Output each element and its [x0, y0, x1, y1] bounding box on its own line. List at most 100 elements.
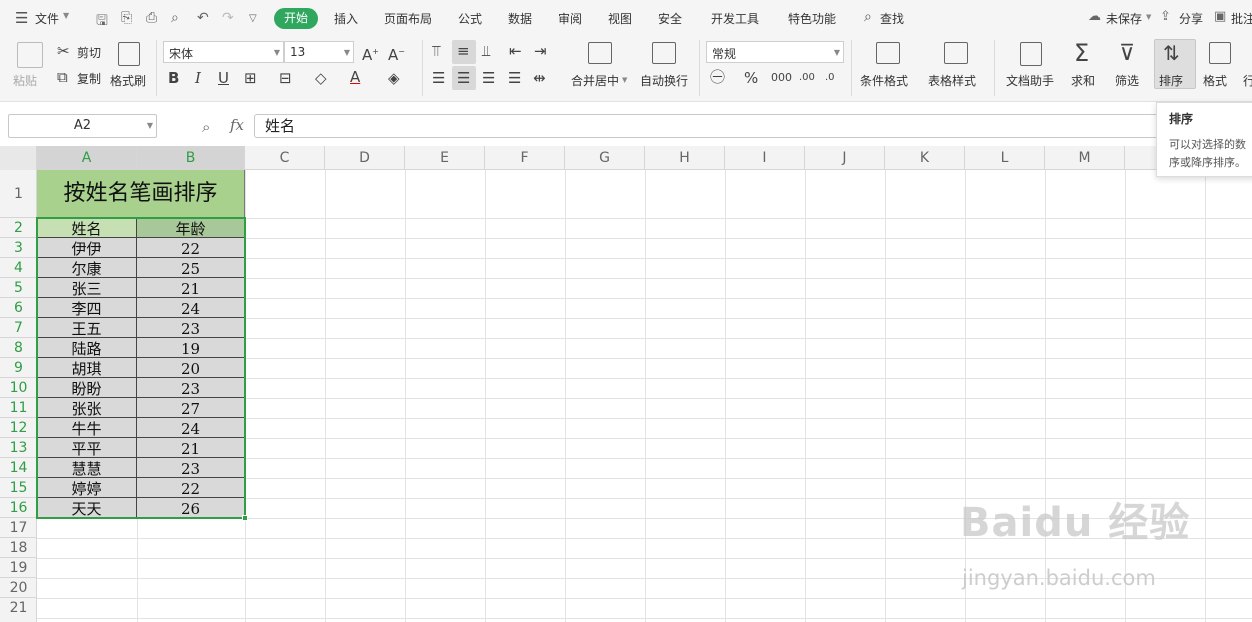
- table-cell-age[interactable]: 24: [137, 418, 245, 438]
- filter-button[interactable]: 筛选: [1115, 72, 1139, 89]
- row-header-13[interactable]: 13: [0, 438, 37, 458]
- formula-input[interactable]: 姓名: [254, 114, 1252, 138]
- column-header-b[interactable]: B: [137, 146, 245, 170]
- row-header-20[interactable]: 20: [0, 578, 37, 598]
- column-header-a[interactable]: A: [37, 146, 137, 170]
- row-header-3[interactable]: 3: [0, 238, 37, 258]
- column-header-l[interactable]: L: [965, 146, 1045, 170]
- format-painter-button[interactable]: 格式刷: [110, 72, 146, 89]
- number-format-select[interactable]: 常规 ▼: [706, 41, 844, 63]
- table-cell-name[interactable]: 盼盼: [37, 378, 137, 398]
- thousands-icon[interactable]: 000: [771, 70, 792, 86]
- menu-file[interactable]: 文件: [35, 10, 59, 27]
- fill-handle[interactable]: [242, 515, 248, 521]
- table-cell-name[interactable]: 慧慧: [37, 458, 137, 478]
- table-cell-age[interactable]: 27: [137, 398, 245, 418]
- undo-icon[interactable]: ↶: [197, 10, 209, 26]
- table-cell-name[interactable]: 李四: [37, 298, 137, 318]
- table-cell-name[interactable]: 胡琪: [37, 358, 137, 378]
- save-icon[interactable]: 🖫: [96, 10, 108, 34]
- table-cell-name[interactable]: 伊伊: [37, 238, 137, 258]
- share-button[interactable]: 分享: [1179, 10, 1203, 27]
- wrap-text-button[interactable]: 自动换行: [640, 72, 688, 89]
- table-cell-name[interactable]: 陆路: [37, 338, 137, 358]
- column-header-i[interactable]: I: [725, 146, 805, 170]
- border-icon[interactable]: ⊞: [244, 70, 257, 86]
- conditional-format-button[interactable]: 条件格式: [860, 72, 908, 89]
- decrease-decimal-icon[interactable]: .0: [825, 70, 835, 86]
- tab-special[interactable]: 特色功能: [788, 10, 836, 27]
- row-header-7[interactable]: 7: [0, 318, 37, 338]
- merge-center-button[interactable]: 合并居中: [571, 72, 619, 89]
- tab-insert[interactable]: 插入: [334, 10, 358, 27]
- sum-icon[interactable]: Σ: [1074, 40, 1089, 66]
- name-box[interactable]: A2 ▼: [8, 114, 157, 138]
- row-col-button[interactable]: 行: [1243, 72, 1252, 89]
- unsaved-status[interactable]: 未保存: [1106, 10, 1142, 27]
- copy-button[interactable]: 复制: [77, 70, 101, 87]
- table-style-button[interactable]: 表格样式: [928, 72, 976, 89]
- increase-font-icon[interactable]: A+: [362, 44, 379, 63]
- indent-decrease-icon[interactable]: ⇤: [509, 43, 522, 59]
- column-header-j[interactable]: J: [805, 146, 885, 170]
- column-header-k[interactable]: K: [885, 146, 965, 170]
- header-cell-name[interactable]: 姓名: [37, 218, 137, 238]
- filter-icon[interactable]: ⊽: [1119, 42, 1135, 66]
- search-icon[interactable]: ⌕: [864, 9, 872, 25]
- search-label[interactable]: 查找: [880, 10, 904, 27]
- align-top-icon[interactable]: ⫪: [432, 43, 440, 59]
- table-cell-age[interactable]: 23: [137, 458, 245, 478]
- table-cell-age[interactable]: 25: [137, 258, 245, 278]
- font-size-select[interactable]: 13 ▼: [284, 41, 354, 63]
- clear-format-icon[interactable]: ◈: [388, 70, 400, 86]
- table-cell-age[interactable]: 24: [137, 298, 245, 318]
- cut-button[interactable]: 剪切: [77, 44, 101, 61]
- cell-style-icon[interactable]: ⊟: [279, 70, 292, 86]
- tab-view[interactable]: 视图: [608, 10, 632, 27]
- copy-icon[interactable]: ⧉: [57, 69, 68, 85]
- fx-icon[interactable]: fx: [230, 116, 244, 134]
- row-header-19[interactable]: 19: [0, 558, 37, 578]
- align-bottom-icon[interactable]: ⫫: [482, 43, 490, 59]
- title-cell[interactable]: 按姓名笔画排序: [37, 170, 245, 218]
- table-cell-name[interactable]: 张张: [37, 398, 137, 418]
- sum-button[interactable]: 求和: [1071, 72, 1095, 89]
- fill-color-icon[interactable]: ◇: [315, 70, 327, 86]
- table-cell-name[interactable]: 天天: [37, 498, 137, 518]
- row-header-1[interactable]: 1: [0, 170, 37, 218]
- paste-button[interactable]: 粘贴: [13, 72, 37, 89]
- row-header-18[interactable]: 18: [0, 538, 37, 558]
- table-cell-name[interactable]: 王五: [37, 318, 137, 338]
- align-right-icon[interactable]: ☰: [482, 70, 495, 86]
- column-header-f[interactable]: F: [485, 146, 565, 170]
- row-header-9[interactable]: 9: [0, 358, 37, 378]
- distributed-icon[interactable]: ⇹: [533, 70, 546, 86]
- row-header-15[interactable]: 15: [0, 478, 37, 498]
- wrap-text-icon[interactable]: [652, 42, 676, 64]
- column-header-d[interactable]: D: [325, 146, 405, 170]
- table-cell-name[interactable]: 婷婷: [37, 478, 137, 498]
- row-header-14[interactable]: 14: [0, 458, 37, 478]
- row-header-4[interactable]: 4: [0, 258, 37, 278]
- paste-icon[interactable]: [17, 42, 43, 68]
- tab-page-layout[interactable]: 页面布局: [384, 10, 432, 27]
- format-painter-icon[interactable]: [118, 42, 140, 66]
- row-header-10[interactable]: 10: [0, 378, 37, 398]
- table-cell-age[interactable]: 23: [137, 318, 245, 338]
- column-header-c[interactable]: C: [245, 146, 325, 170]
- print-preview-icon[interactable]: ⌕: [171, 10, 179, 26]
- redo-icon[interactable]: ↷: [222, 10, 234, 26]
- table-cell-name[interactable]: 尔康: [37, 258, 137, 278]
- scissors-icon[interactable]: ✂: [57, 43, 70, 59]
- column-header-g[interactable]: G: [565, 146, 645, 170]
- tab-review[interactable]: 审阅: [558, 10, 582, 27]
- doc-helper-icon[interactable]: [1020, 42, 1042, 66]
- tab-developer[interactable]: 开发工具: [711, 10, 759, 27]
- column-header-m[interactable]: M: [1045, 146, 1125, 170]
- row-header-5[interactable]: 5: [0, 278, 37, 298]
- row-header-21[interactable]: 21: [0, 598, 37, 622]
- header-cell-age[interactable]: 年龄: [137, 218, 245, 238]
- font-name-select[interactable]: 宋体 ▼: [163, 41, 284, 63]
- table-cell-age[interactable]: 26: [137, 498, 245, 518]
- conditional-format-icon[interactable]: [876, 42, 900, 64]
